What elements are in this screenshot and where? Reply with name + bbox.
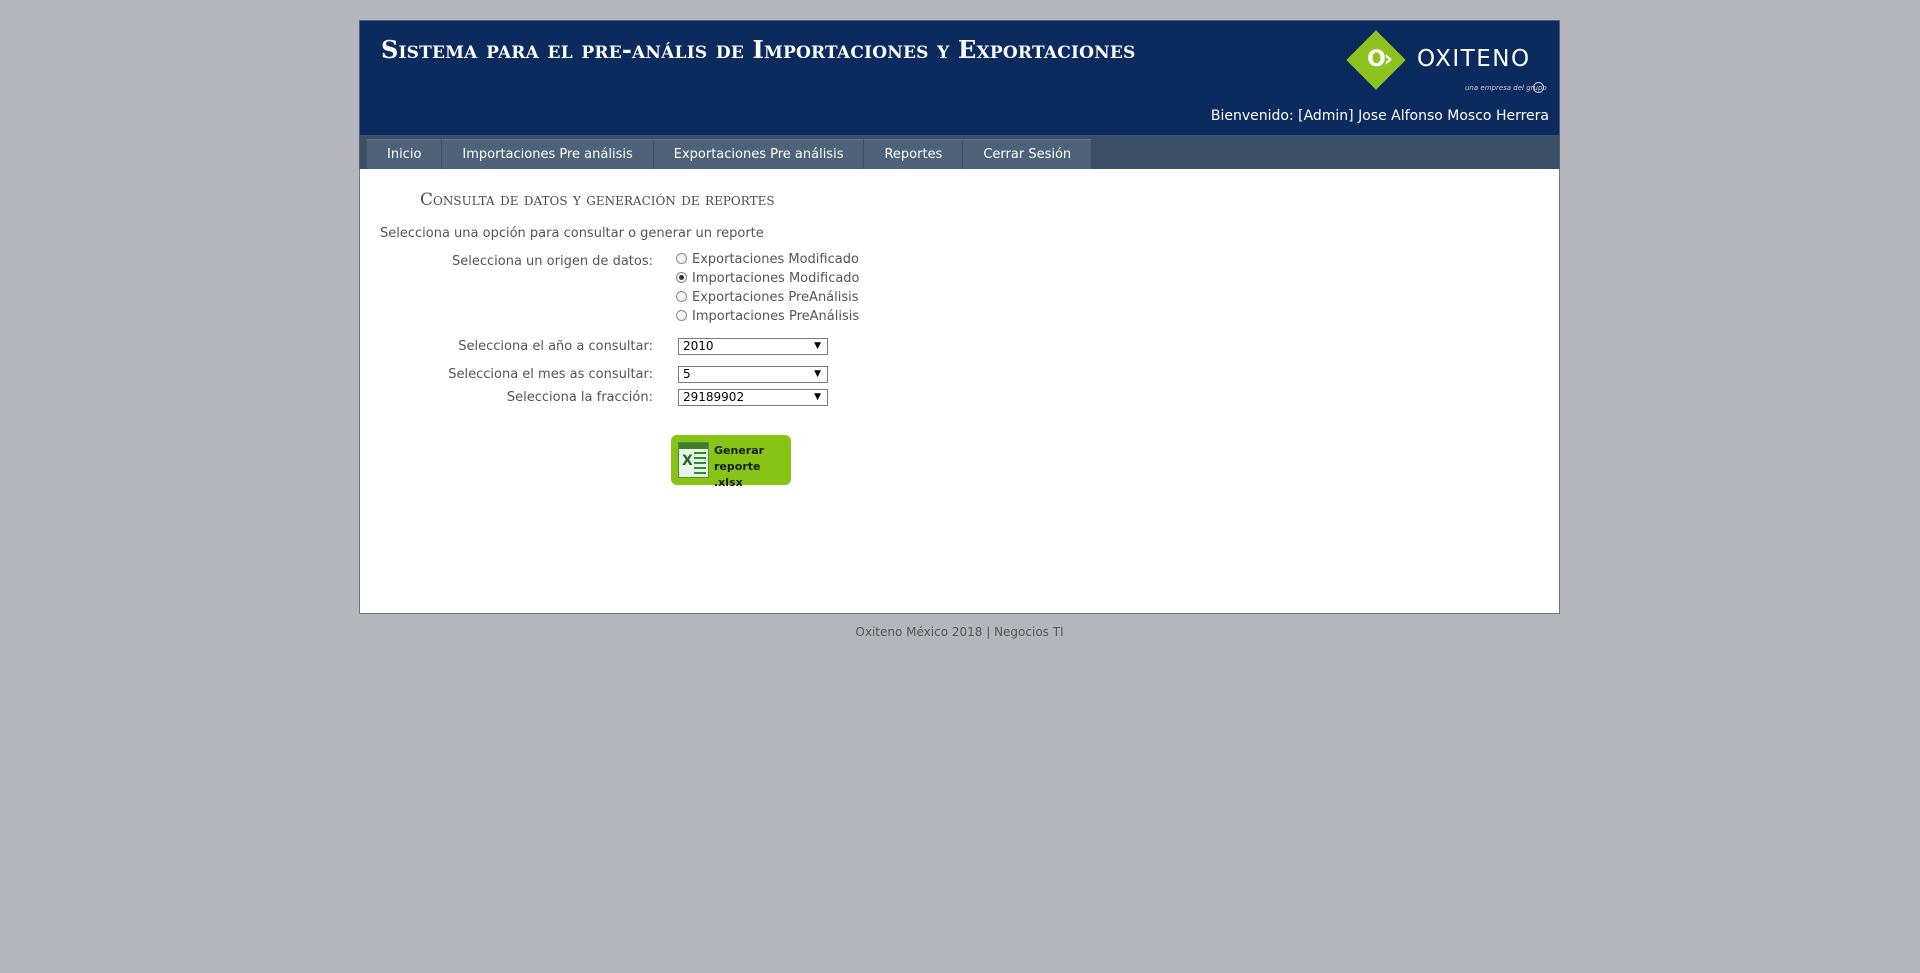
- year-select-value: 2010: [683, 339, 714, 353]
- nav-item-inicio[interactable]: Inicio: [367, 139, 443, 169]
- welcome-message: Bienvenido: [Admin] Jose Alfonso Mosco H…: [1210, 108, 1549, 124]
- group-emblem-icon: [1533, 82, 1544, 93]
- radio-button[interactable]: [676, 291, 687, 302]
- page-container: Sistema para el pre-anális de Importacio…: [359, 20, 1560, 639]
- fraction-select-value: 29189902: [683, 390, 745, 404]
- excel-icon: X: [678, 442, 709, 478]
- radio-option-exportaciones-modificado[interactable]: Exportaciones Modificado: [676, 252, 859, 267]
- section-title: Consulta de datos y generación de report…: [420, 190, 775, 210]
- month-select[interactable]: 5 ▼: [678, 366, 828, 383]
- fraction-select[interactable]: 29189902 ▼: [678, 389, 828, 406]
- radio-option-importaciones-preanalisis[interactable]: Importaciones PreAnálisis: [676, 309, 859, 324]
- nav-item-exportaciones-pre-analisis[interactable]: Exportaciones Pre análisis: [653, 139, 865, 169]
- main-navigation: Inicio Importaciones Pre análisis Export…: [359, 135, 1560, 169]
- dropdown-arrow-icon: ▼: [814, 369, 821, 379]
- nav-item-importaciones-pre-analisis[interactable]: Importaciones Pre análisis: [442, 139, 654, 169]
- main-content: Consulta de datos y generación de report…: [359, 169, 1560, 614]
- app-title: Sistema para el pre-anális de Importacio…: [381, 35, 1136, 64]
- dropdown-arrow-icon: ▼: [814, 341, 821, 351]
- generate-button-label: Generar reporte .xlsx: [714, 444, 765, 489]
- nav-item-reportes[interactable]: Reportes: [864, 139, 964, 169]
- year-select[interactable]: 2010 ▼: [678, 338, 828, 355]
- nav-item-cerrar-sesion[interactable]: Cerrar Sesión: [963, 139, 1093, 169]
- radio-button[interactable]: [676, 253, 687, 264]
- origin-label: Selecciona un origen de datos:: [451, 254, 653, 269]
- radio-button[interactable]: [676, 310, 687, 321]
- logo-brand-text: OXITENO: [1417, 46, 1531, 72]
- radio-option-importaciones-modificado[interactable]: Importaciones Modificado: [676, 271, 860, 286]
- header: Sistema para el pre-anális de Importacio…: [359, 20, 1560, 135]
- oxiteno-logo: O› OXITENO una empresa del grupo: [1345, 30, 1550, 96]
- radio-option-exportaciones-preanalisis[interactable]: Exportaciones PreAnálisis: [676, 290, 859, 305]
- year-label: Selecciona el año a consultar:: [458, 339, 653, 354]
- instructions-text: Selecciona una opción para consultar o g…: [380, 226, 764, 241]
- radio-label: Exportaciones Modificado: [692, 252, 859, 267]
- radio-label: Importaciones Modificado: [692, 271, 860, 286]
- logo-arrow-icon: O›: [1367, 47, 1393, 72]
- month-label: Selecciona el mes as consultar:: [448, 367, 653, 382]
- radio-button-selected[interactable]: [676, 272, 687, 283]
- radio-label: Exportaciones PreAnálisis: [692, 290, 859, 305]
- generate-xlsx-report-button[interactable]: X Generar reporte .xlsx: [671, 435, 791, 489]
- dropdown-arrow-icon: ▼: [814, 392, 821, 402]
- footer: Oxiteno México 2018 | Negocios TI: [855, 625, 1064, 639]
- month-select-value: 5: [683, 367, 691, 381]
- radio-label: Importaciones PreAnálisis: [692, 309, 860, 324]
- fraction-label: Selecciona la fracción:: [506, 390, 653, 405]
